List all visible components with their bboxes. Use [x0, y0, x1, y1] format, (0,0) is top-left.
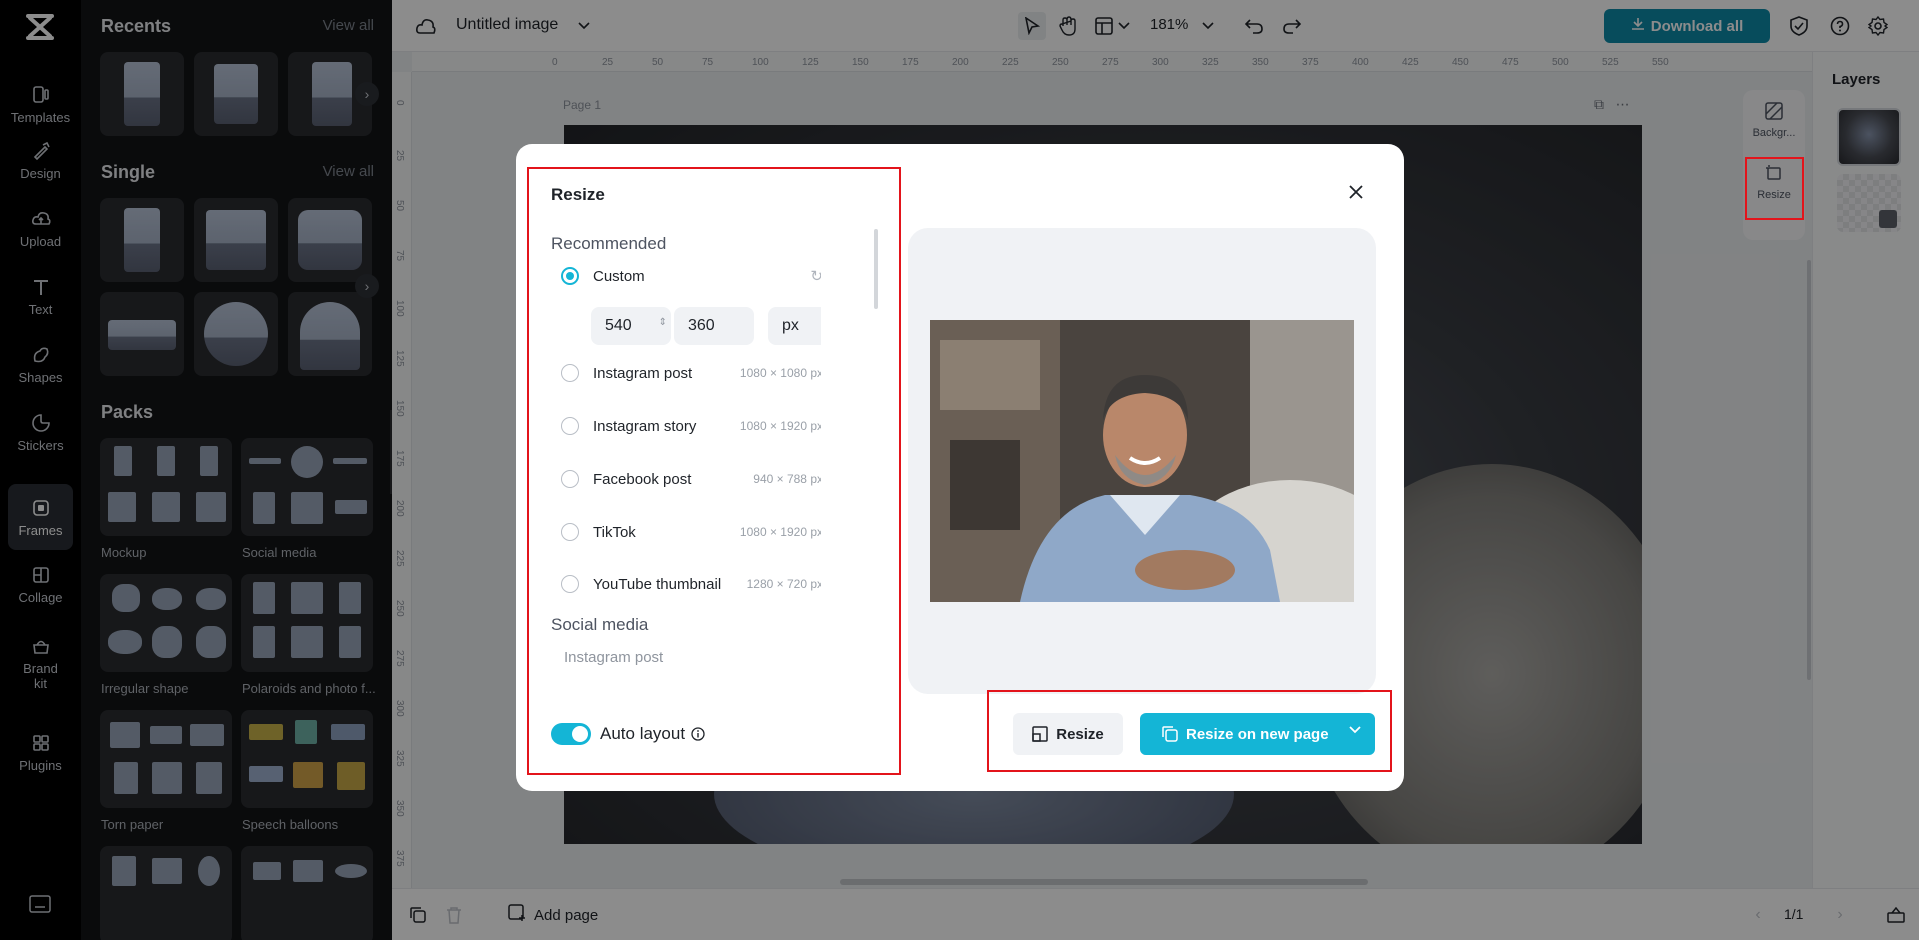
resize-preview	[908, 228, 1376, 694]
options-scrollbar[interactable]	[874, 229, 878, 309]
width-value: 540	[605, 317, 632, 335]
resize-button[interactable]: Resize	[1013, 713, 1123, 755]
auto-layout-toggle[interactable]	[551, 723, 591, 745]
unit-select[interactable]: px	[768, 307, 821, 345]
option-youtube-thumbnail[interactable]: YouTube thumbnail 1280 × 720 px	[561, 568, 821, 600]
option-label: Facebook post	[593, 471, 691, 488]
option-radio[interactable]	[561, 523, 579, 541]
auto-layout-label: Auto layout	[600, 724, 685, 744]
option-custom[interactable]: Custom ↻	[561, 260, 821, 292]
auto-layout-row: Auto layout	[600, 724, 705, 744]
resize-on-new-page-label: Resize on new page	[1186, 726, 1329, 743]
resize-dialog: Resize Recommended Custom ↻ 540 ⇕ 360 px…	[516, 144, 1404, 791]
option-radio[interactable]	[561, 417, 579, 435]
width-input[interactable]: 540 ⇕	[591, 307, 671, 345]
option-radio[interactable]	[561, 470, 579, 488]
option-label: YouTube thumbnail	[593, 576, 721, 593]
resize-button-label: Resize	[1056, 726, 1104, 743]
chevron-down-icon[interactable]	[1349, 726, 1361, 734]
option-facebook-post[interactable]: Facebook post 940 × 788 px	[561, 463, 821, 495]
height-value: 360	[688, 317, 715, 335]
option-tiktok[interactable]: TikTok 1080 × 1920 px	[561, 516, 821, 548]
option-label: Custom	[593, 268, 645, 285]
option-size: 1080 × 1920 px	[740, 419, 821, 433]
new-page-icon	[1162, 726, 1178, 742]
resize-on-new-page-button[interactable]: Resize on new page	[1140, 713, 1375, 755]
option-radio[interactable]	[561, 575, 579, 593]
option-radio[interactable]	[561, 364, 579, 382]
dialog-title: Resize	[551, 185, 605, 205]
size-options-list: Recommended Custom ↻ 540 ⇕ 360 px Instag…	[551, 234, 821, 674]
option-label: Instagram story	[593, 418, 696, 435]
option-label: Instagram post	[593, 365, 692, 382]
option-size: 1080 × 1080 px	[740, 366, 821, 380]
option-size: 1280 × 720 px	[747, 577, 821, 591]
custom-radio[interactable]	[561, 267, 579, 285]
recommended-heading: Recommended	[551, 234, 666, 254]
close-button[interactable]	[1344, 180, 1368, 204]
link-ratio-icon[interactable]: ⇕	[659, 317, 667, 328]
option-instagram-story[interactable]: Instagram story 1080 × 1920 px	[561, 410, 821, 442]
social-media-heading: Social media	[551, 615, 648, 635]
preview-photo	[930, 320, 1354, 602]
close-icon	[1349, 185, 1363, 199]
option-size: 1080 × 1920 px	[740, 525, 821, 539]
resize-icon	[1032, 726, 1048, 742]
height-input[interactable]: 360	[674, 307, 754, 345]
social-media-first-item[interactable]: Instagram post	[564, 649, 663, 666]
option-size: 940 × 788 px	[753, 472, 821, 486]
portrait-illustration	[930, 320, 1354, 602]
option-label: TikTok	[593, 524, 636, 541]
unit-value: px	[782, 317, 799, 335]
option-instagram-post[interactable]: Instagram post 1080 × 1080 px	[561, 357, 821, 389]
reset-icon[interactable]: ↻	[810, 267, 821, 285]
info-icon[interactable]	[691, 727, 705, 741]
